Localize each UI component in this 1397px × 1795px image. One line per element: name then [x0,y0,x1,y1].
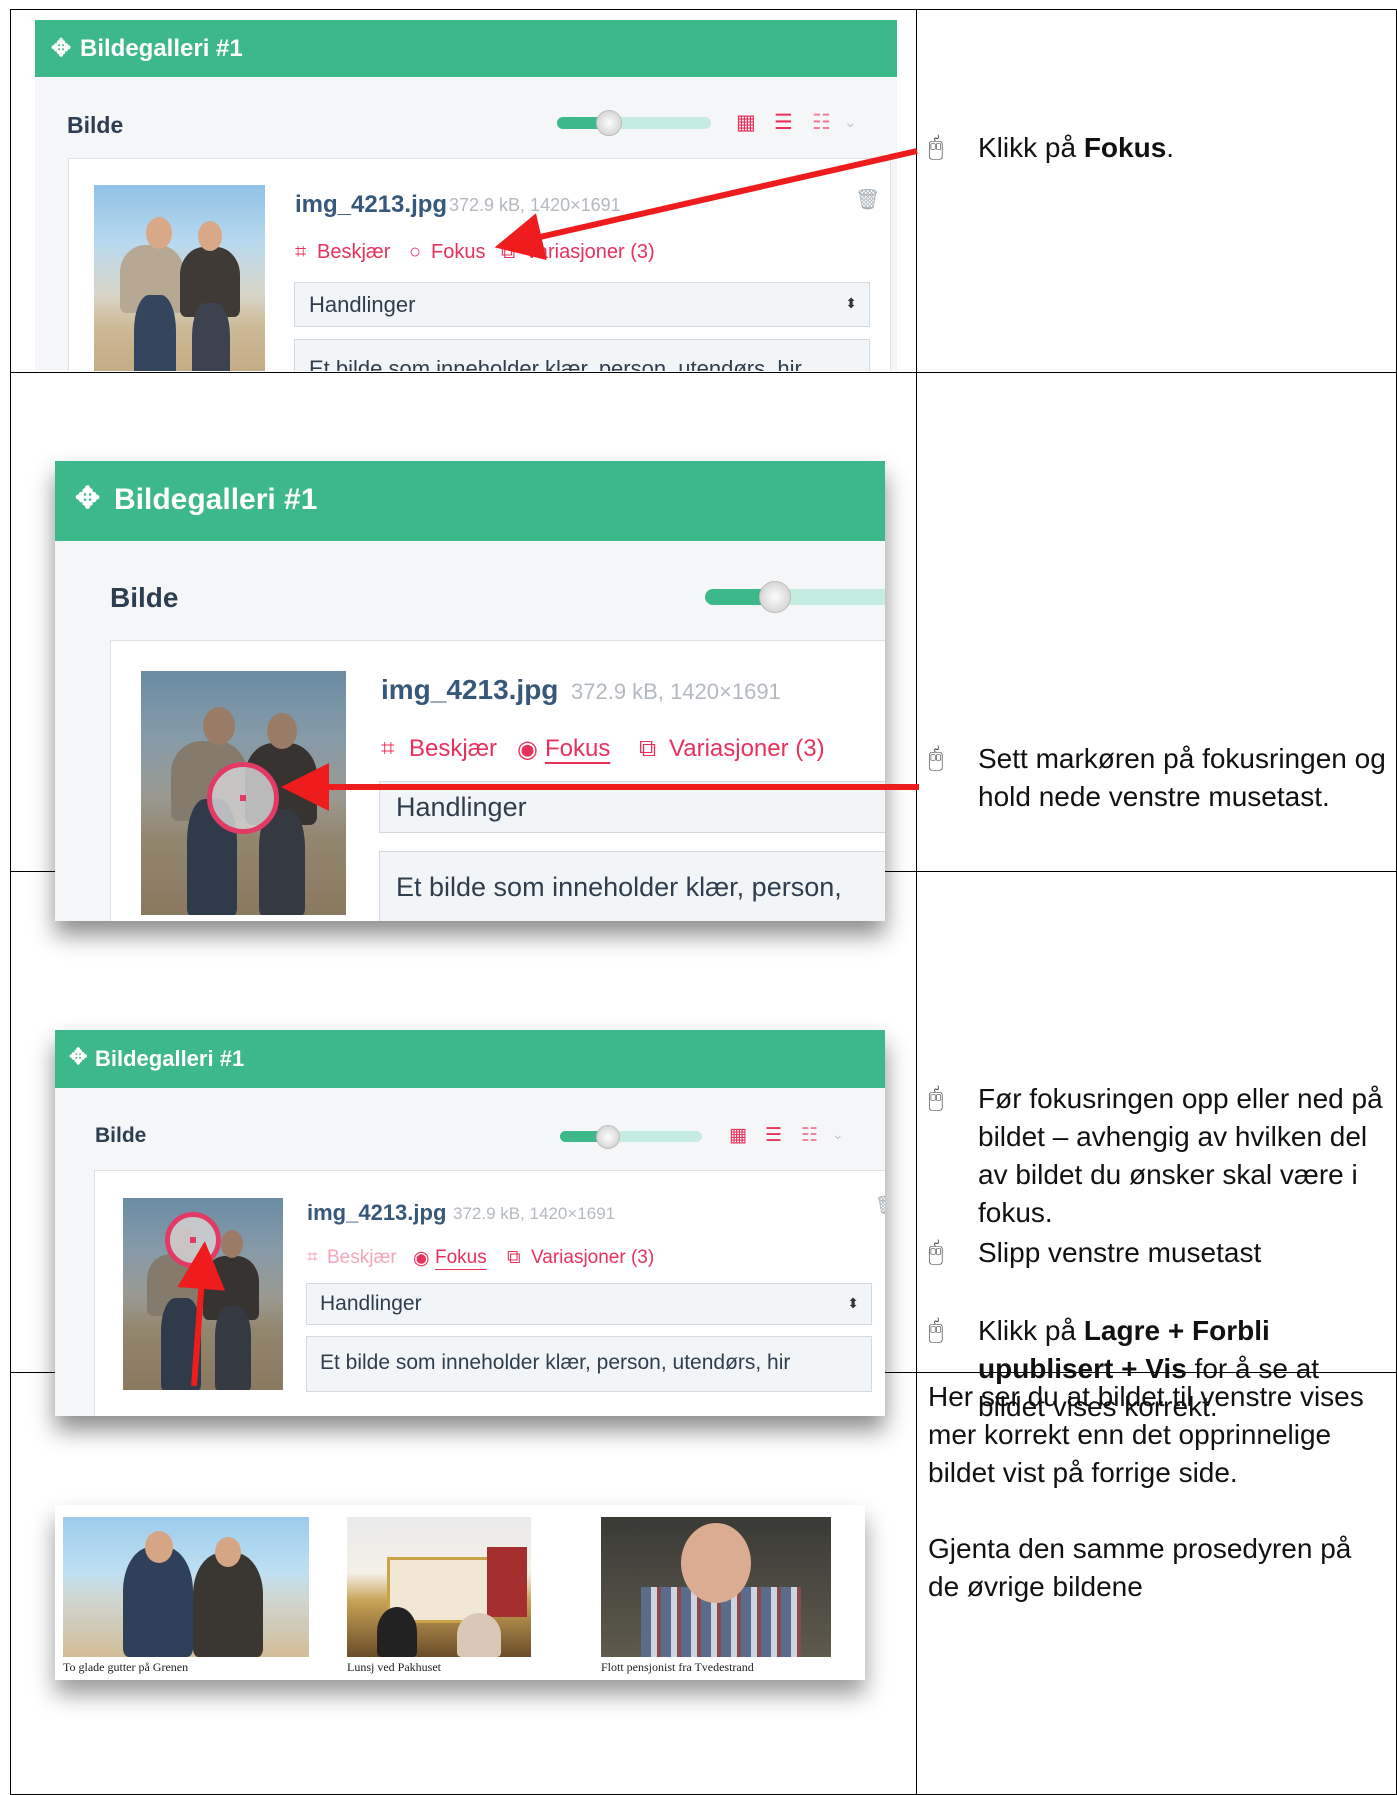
annotation-arrows [177,148,919,1387]
arrow-to-focus-link [494,148,918,261]
arrow-focus-ring-move [177,1241,226,1387]
